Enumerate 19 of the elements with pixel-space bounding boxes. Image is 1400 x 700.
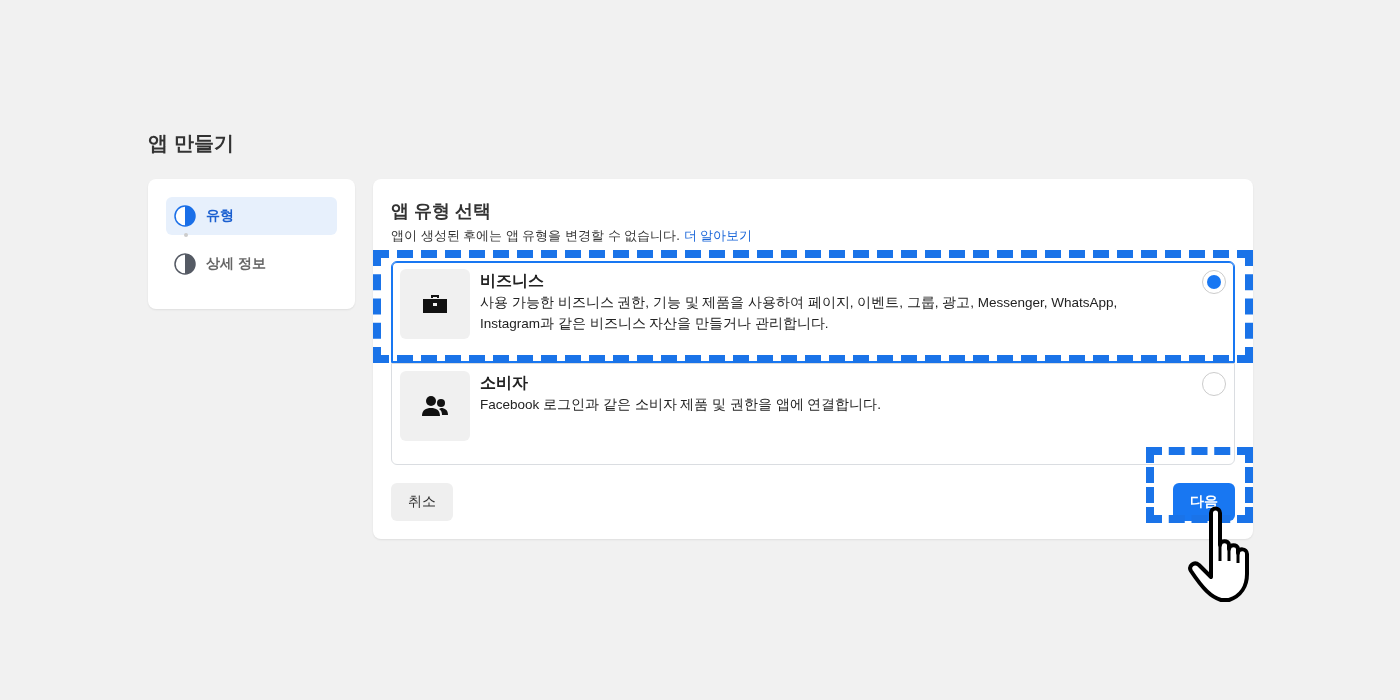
app-type-option[interactable]: 소비자 Facebook 로그인과 같은 소비자 제품 및 권한을 앱에 연결합니다. (391, 363, 1235, 465)
app-type-option[interactable]: 비즈니스 사용 가능한 비즈니스 권한, 기능 및 제품을 사용하여 페이지, 이벤트, 그룹, 광고, Messenger, WhatsApp, Instagram과 같은 비즈니스 자산을 만들거나 관리합니다. (391, 261, 1235, 363)
option-description: Facebook 로그인과 같은 소비자 제품 및 권한을 앱에 연결합니다. (480, 396, 882, 414)
option-title: 비즈니스 (480, 271, 545, 291)
step-label: 유형 (206, 207, 234, 225)
step-item[interactable]: 상세 정보 (166, 245, 337, 283)
option-description: 사용 가능한 비즈니스 권한, 기능 및 제품을 사용하여 페이지, 이벤트, 그룹, 광고, Messenger, WhatsApp, Instagram과 같은 비즈니스 자산을 만들거나 관리합니다. (480, 294, 1119, 333)
briefcase-icon (422, 293, 448, 315)
step-label: 상세 정보 (206, 255, 266, 273)
cancel-button[interactable]: 취소 (391, 483, 453, 521)
people-icon (421, 395, 449, 417)
section-title: 앱 유형 선택 (391, 200, 492, 223)
half-circle-icon (174, 205, 196, 227)
half-circle-icon (174, 253, 196, 275)
page-title: 앱 만들기 (148, 131, 235, 156)
option-title: 소비자 (480, 373, 529, 393)
learn-more-link[interactable]: 더 알아보기 (683, 228, 753, 243)
step-item[interactable]: 유형 (166, 197, 337, 235)
section-subtitle: 앱이 생성된 후에는 앱 유형을 변경할 수 없습니다. 더 알아보기 (391, 227, 754, 245)
